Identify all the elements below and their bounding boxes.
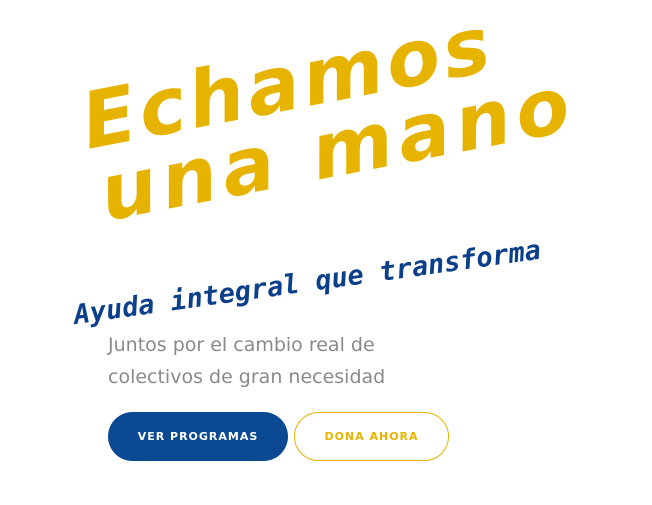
hero-section: Echamos una mano Ayuda integral que tran…: [0, 0, 652, 505]
ver-programas-button[interactable]: VER PROGRAMAS: [108, 412, 288, 461]
hero-subtitle: Juntos por el cambio real de colectivos …: [108, 329, 468, 393]
subtitle-line-2: colectivos de gran necesidad: [108, 366, 386, 388]
subtitle-line-1: Juntos por el cambio real de: [108, 334, 375, 356]
dona-ahora-button[interactable]: DONA AHORA: [294, 412, 449, 461]
hero-tagline: Ayuda integral que transforma: [71, 234, 543, 331]
hero-headline: Echamos una mano: [0, 0, 582, 245]
hero-actions: VER PROGRAMAS DONA AHORA: [108, 412, 449, 461]
